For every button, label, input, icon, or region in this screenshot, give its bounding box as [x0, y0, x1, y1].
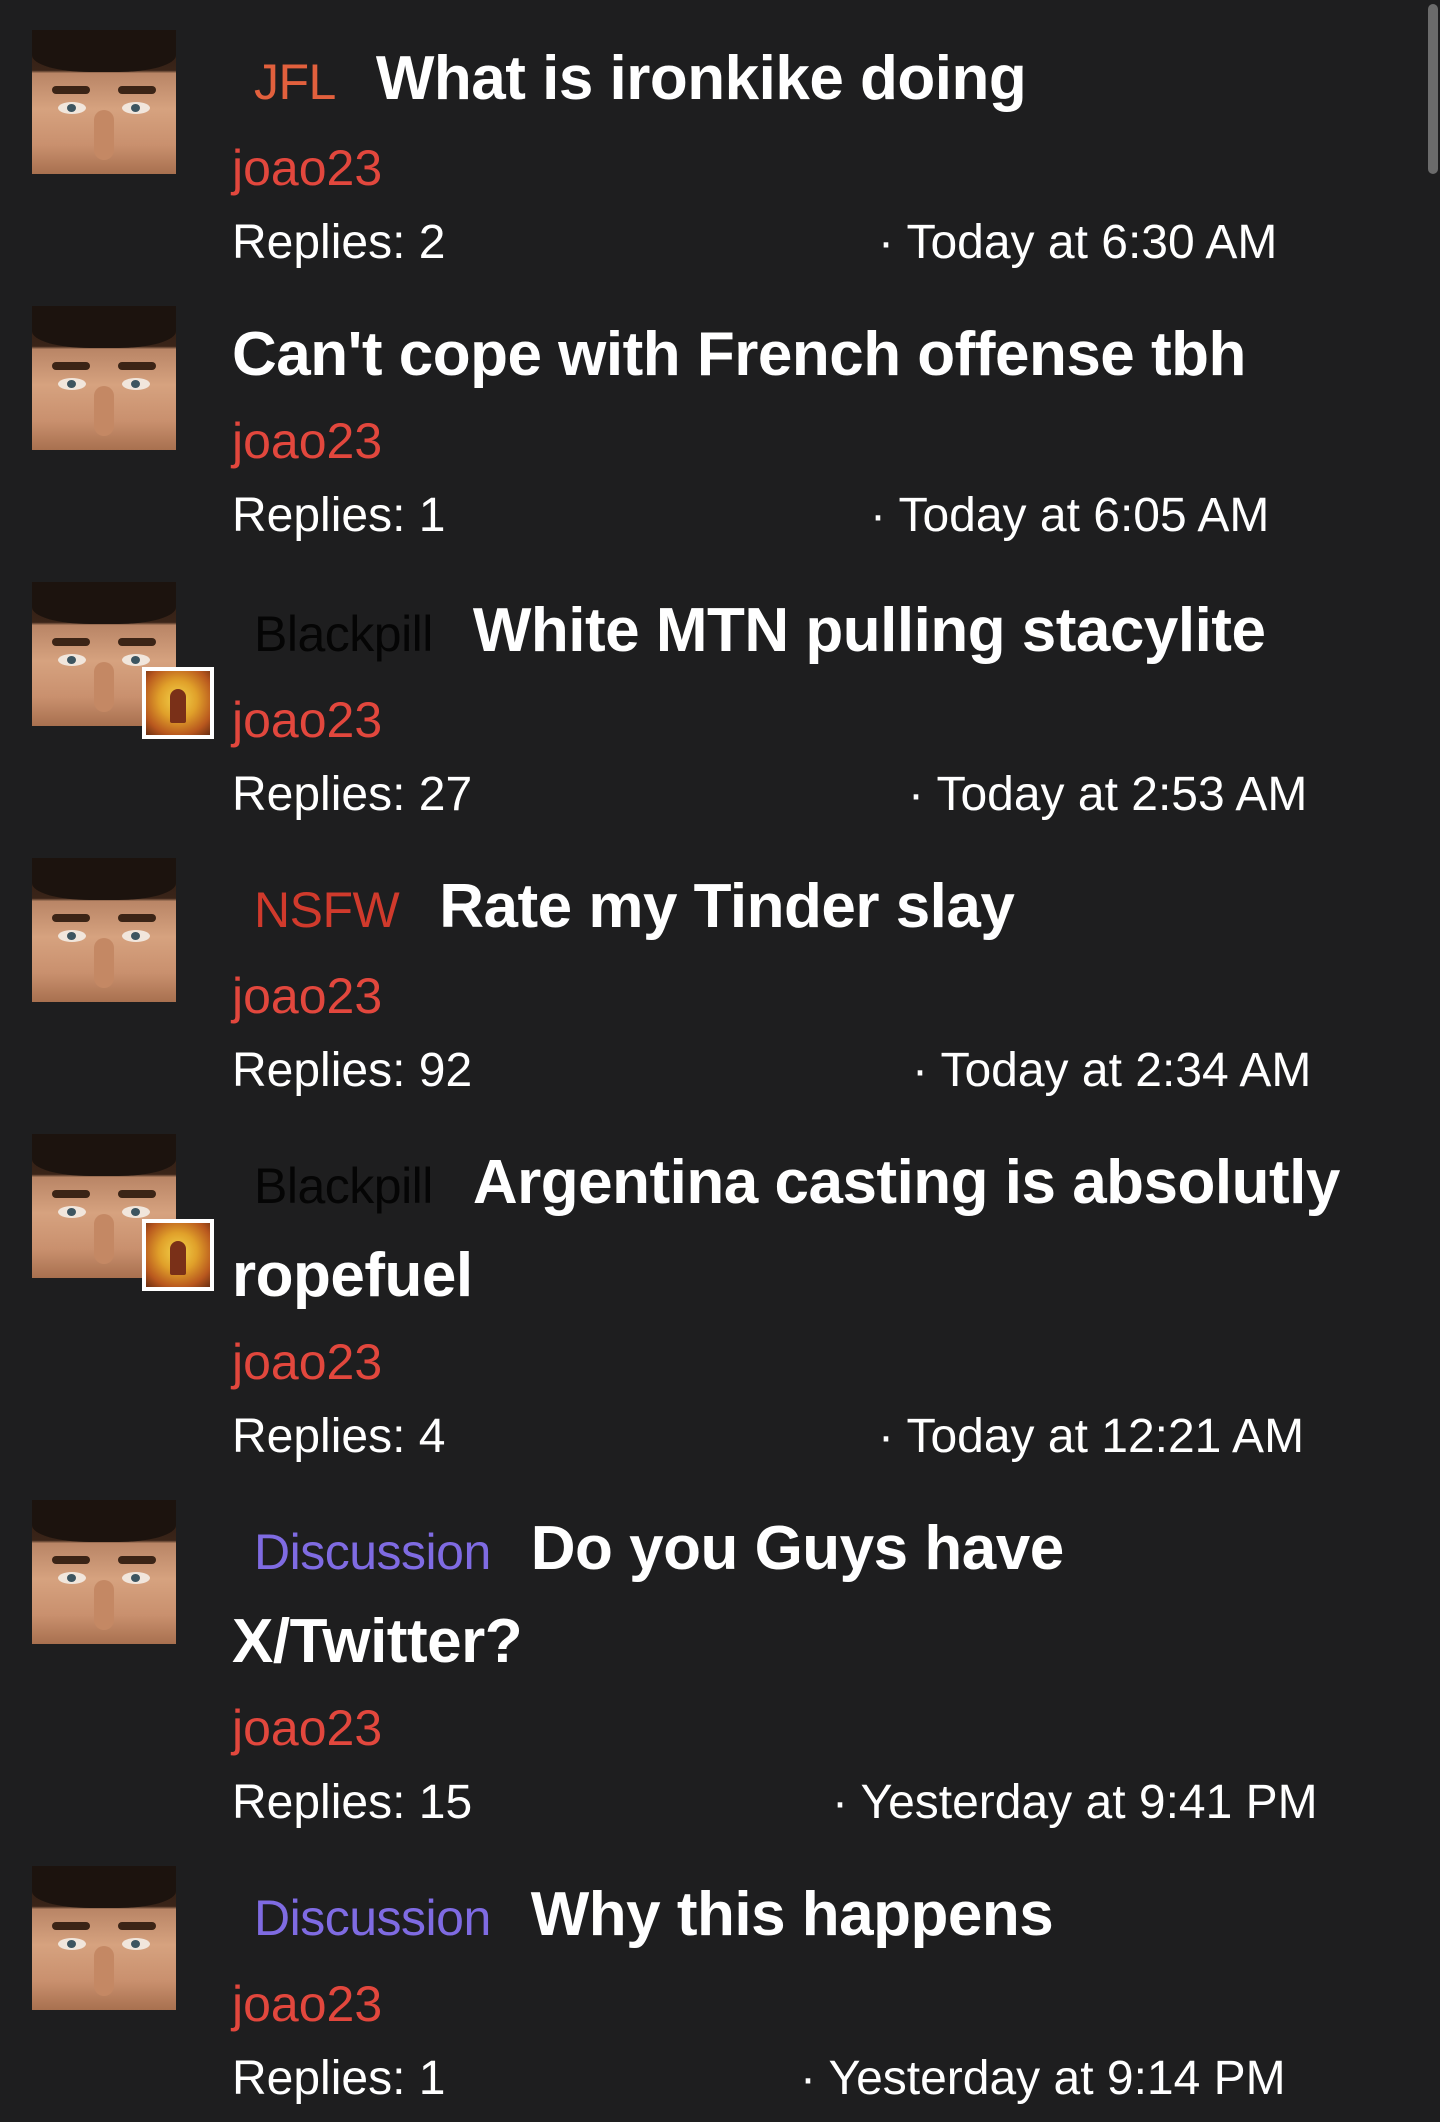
thread-date[interactable]: · Today at 2:34 AM: [912, 1031, 1311, 1111]
reply-count: Replies: 27: [232, 768, 473, 821]
album-cover-badge-icon: [142, 667, 214, 739]
thread-author[interactable]: joao23: [232, 1969, 1412, 2039]
reply-count: Replies: 1: [232, 489, 446, 542]
thread-prefix-label[interactable]: Blackpill: [254, 1158, 433, 1214]
thread-prefix-label[interactable]: NSFW: [254, 882, 400, 938]
avatar[interactable]: [32, 1866, 176, 2010]
thread-author[interactable]: joao23: [232, 685, 1412, 755]
thread-title-line[interactable]: Blackpill White MTN pulling stacylite: [232, 586, 1412, 679]
thread-author[interactable]: joao23: [232, 133, 1412, 203]
avatar[interactable]: [32, 1500, 176, 1644]
reply-count: Replies: 4: [232, 1410, 446, 1463]
thread-title[interactable]: What is ironkike doing: [376, 44, 1027, 113]
thread-title[interactable]: Why this happens: [531, 1880, 1054, 1949]
user-avatar-icon: [32, 1500, 176, 1644]
thread-title-line[interactable]: JFL What is ironkike doing: [232, 34, 1412, 127]
thread-meta: Replies: 1 · Yesterday at 9:14 PM: [232, 2039, 1412, 2119]
album-cover-badge-icon: [142, 1219, 214, 1291]
thread-author[interactable]: joao23: [232, 1693, 1412, 1763]
user-avatar-icon: [32, 858, 176, 1002]
thread-author[interactable]: joao23: [232, 406, 1412, 476]
thread-title-line[interactable]: NSFW Rate my Tinder slay: [232, 862, 1412, 955]
scrollbar-thumb[interactable]: [1428, 4, 1438, 174]
reply-count: Replies: 15: [232, 1776, 473, 1829]
avatar[interactable]: [32, 306, 176, 450]
thread-title[interactable]: White MTN pulling stacylite: [473, 596, 1266, 665]
thread-date[interactable]: · Today at 2:53 AM: [908, 755, 1307, 835]
thread-date[interactable]: · Today at 6:30 AM: [878, 203, 1277, 283]
reply-count: Replies: 2: [232, 216, 446, 269]
thread-prefix-label[interactable]: Blackpill: [254, 606, 433, 662]
reply-count: Replies: 1: [232, 2052, 446, 2105]
avatar[interactable]: [32, 30, 176, 174]
avatar[interactable]: [32, 1134, 214, 1291]
thread-title[interactable]: Can't cope with French offense tbh: [232, 320, 1246, 389]
thread-title-line[interactable]: Blackpill Argentina casting is absolutly …: [232, 1138, 1412, 1321]
thread-author[interactable]: joao23: [232, 961, 1412, 1031]
thread-prefix-label[interactable]: Discussion: [254, 1524, 491, 1580]
avatar[interactable]: [32, 582, 214, 739]
thread-title-line[interactable]: Can't cope with French offense tbh: [232, 310, 1412, 400]
thread-meta: Replies: 4 · Today at 12:21 AM: [232, 1397, 1412, 1477]
thread-date[interactable]: · Yesterday at 9:41 PM: [832, 1763, 1318, 1843]
thread-meta: Replies: 2 · Today at 6:30 AM: [232, 203, 1412, 283]
scrollbar[interactable]: [1426, 0, 1440, 2122]
reply-count: Replies: 92: [232, 1044, 473, 1097]
thread-title[interactable]: Rate my Tinder slay: [439, 872, 1015, 941]
avatar[interactable]: [32, 858, 176, 1002]
thread-title-line[interactable]: Discussion Why this happens: [232, 1870, 1412, 1963]
user-avatar-icon: [32, 1866, 176, 2010]
thread-meta: Replies: 27 · Today at 2:53 AM: [232, 755, 1412, 835]
thread-meta: Replies: 1 · Today at 6:05 AM: [232, 476, 1412, 556]
thread-date[interactable]: · Today at 6:05 AM: [870, 476, 1269, 556]
thread-prefix-label[interactable]: Discussion: [254, 1890, 491, 1946]
thread-date[interactable]: · Yesterday at 9:14 PM: [800, 2039, 1286, 2119]
user-avatar-icon: [32, 306, 176, 450]
thread-date[interactable]: · Today at 12:21 AM: [878, 1397, 1304, 1477]
thread-meta: Replies: 92 · Today at 2:34 AM: [232, 1031, 1412, 1111]
thread-title-line[interactable]: Discussion Do you Guys have X/Twitter?: [232, 1504, 1152, 1687]
thread-meta: Replies: 15 · Yesterday at 9:41 PM: [232, 1763, 1412, 1843]
thread-prefix-label[interactable]: JFL: [254, 54, 336, 110]
user-avatar-icon: [32, 30, 176, 174]
thread-author[interactable]: joao23: [232, 1327, 1412, 1397]
